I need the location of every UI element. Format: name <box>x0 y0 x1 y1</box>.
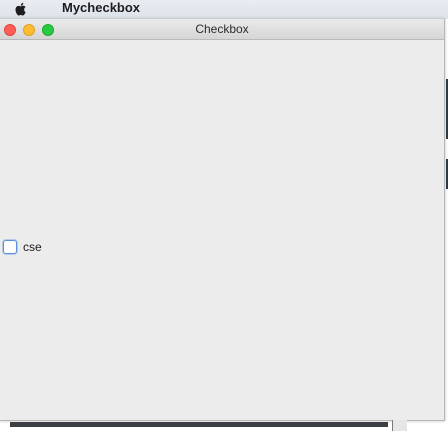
dock-bar <box>10 422 388 427</box>
window-title: Checkbox <box>195 22 249 36</box>
app-menu-title[interactable]: Mycheckbox <box>62 1 140 14</box>
cse-checkbox-row[interactable]: cse <box>3 240 42 254</box>
cse-checkbox[interactable] <box>3 240 17 254</box>
apple-icon[interactable] <box>14 2 27 16</box>
checkbox-window: Checkbox cse <box>0 19 445 421</box>
cse-checkbox-label[interactable]: cse <box>23 240 42 254</box>
menu-bar: Mycheckbox <box>0 0 448 19</box>
dock-bar-end <box>392 420 407 431</box>
window-content: cse <box>0 40 444 420</box>
window-titlebar[interactable]: Checkbox <box>0 19 444 40</box>
